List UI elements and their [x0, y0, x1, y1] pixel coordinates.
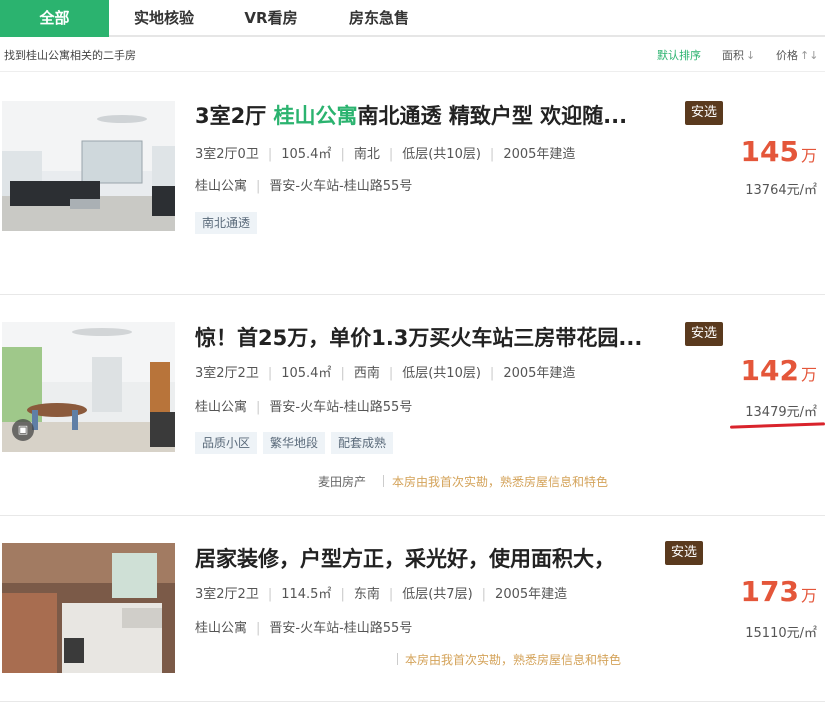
sort-price[interactable]: 价格 ↑↓ — [776, 47, 818, 63]
sort-area-label: 面积 — [722, 49, 744, 62]
direction-text: 南北 — [353, 147, 380, 162]
kitchen-photo — [2, 543, 175, 673]
title-part: 3室2厅 — [195, 104, 274, 128]
tag-list: 南北通透 — [195, 212, 263, 234]
listing-location: 桂山公寓 | 晋安-火车站-桂山路55号 — [195, 179, 413, 194]
divider — [383, 475, 384, 487]
listing-location: 桂山公寓 | 晋安-火车站-桂山路55号 — [195, 621, 413, 636]
listing-card[interactable]: 3室2厅 桂山公寓南北通透 精致户型 欢迎随... 安选 3室2厅0卫 | 105.… — [0, 73, 825, 295]
direction-text: 西南 — [353, 366, 380, 381]
address-text: 晋安-火车站-桂山路55号 — [269, 179, 413, 194]
title-highlight: 桂山公寓 — [273, 104, 358, 128]
divider — [397, 653, 398, 665]
tab-urgent-sale[interactable]: 房东急售 — [336, 0, 422, 37]
title-part: 居家装修，户型方正，采光好，使用面积大， — [195, 547, 615, 571]
listing-title[interactable]: 居家装修，户型方正，采光好，使用面积大， — [195, 543, 615, 573]
listing-title[interactable]: 3室2厅 桂山公寓南北通透 精致户型 欢迎随... — [195, 100, 627, 130]
sort-down-icon: ↓ — [746, 49, 756, 62]
year-text: 2005年建造 — [495, 587, 568, 602]
community-link[interactable]: 桂山公寓 — [195, 400, 247, 415]
sort-updown-icon: ↑↓ — [800, 49, 819, 62]
result-count-text: 找到桂山公寓相关的二手房 — [4, 49, 136, 62]
year-text: 2005年建造 — [503, 147, 576, 162]
price-unit: 万 — [800, 365, 817, 384]
agent-note: 本房由我首次实勘，熟悉房屋信息和特色 — [405, 653, 622, 667]
floor-text: 低层(共7层) — [402, 587, 473, 602]
unit-price: 15110元/㎡ — [745, 626, 817, 641]
unit-price: 13764元/㎡ — [745, 183, 817, 198]
area-text: 114.5㎡ — [281, 587, 332, 602]
tag: 南北通透 — [195, 212, 258, 234]
community-link[interactable]: 桂山公寓 — [195, 621, 247, 636]
total-price: 142 万 — [741, 354, 817, 387]
tag-list: 品质小区 繁华地段 配套成熟 — [195, 432, 399, 454]
anxuan-badge: 安选 — [685, 322, 723, 346]
area-text: 105.4㎡ — [281, 147, 332, 162]
floor-text: 低层(共10层) — [402, 366, 481, 381]
tag: 繁华地段 — [263, 432, 326, 454]
listing-title[interactable]: 惊！首25万，单价1.3万买火车站三房带花园... — [195, 322, 642, 352]
listing-attributes: 3室2厅2卫 | 105.4㎡ | 西南 | 低层(共10层) | 2005年建造 — [195, 366, 576, 381]
price-unit: 万 — [800, 586, 817, 605]
tab-all[interactable]: 全部 — [0, 0, 109, 37]
listing-attributes: 3室2厅0卫 | 105.4㎡ | 南北 | 低层(共10层) | 2005年建造 — [195, 147, 576, 162]
result-bar: 找到桂山公寓相关的二手房 默认排序 面积 ↓ 价格 ↑↓ — [0, 38, 825, 72]
filter-tabs: 全部 实地核验 VR看房 房东急售 — [0, 0, 825, 37]
price-number: 142 — [740, 354, 799, 387]
year-text: 2005年建造 — [503, 366, 576, 381]
listing-location: 桂山公寓 | 晋安-火车站-桂山路55号 — [195, 400, 413, 415]
tag: 配套成熟 — [331, 432, 394, 454]
title-part: 南北通透 精致户型 欢迎随... — [357, 104, 628, 128]
listing-card[interactable]: 居家装修，户型方正，采光好，使用面积大， 安选 3室2厅2卫 | 114.5㎡ | 东南… — [0, 517, 825, 702]
layout-text: 3室2厅2卫 — [195, 587, 259, 602]
area-text: 105.4㎡ — [281, 366, 332, 381]
floor-text: 低层(共10层) — [402, 147, 481, 162]
sort-price-label: 价格 — [776, 49, 798, 62]
album-icon[interactable]: ▣ — [12, 419, 34, 441]
unit-price: 13479元/㎡ — [745, 405, 817, 420]
total-price: 173 万 — [741, 575, 817, 608]
price-number: 145 — [740, 135, 799, 168]
listing-attributes: 3室2厅2卫 | 114.5㎡ | 东南 | 低层(共7层) | 2005年建造 — [195, 587, 568, 602]
sort-area[interactable]: 面积 ↓ — [722, 47, 755, 63]
anxuan-badge: 安选 — [685, 101, 723, 125]
community-link[interactable]: 桂山公寓 — [195, 179, 247, 194]
listing-photo[interactable] — [2, 101, 175, 231]
agent-note: 本房由我首次实勘，熟悉房屋信息和特色 — [392, 475, 609, 489]
price-unit: 万 — [800, 146, 817, 165]
anxuan-badge: 安选 — [665, 541, 703, 565]
address-text: 晋安-火车站-桂山路55号 — [269, 400, 413, 415]
living-room-photo — [2, 101, 175, 231]
direction-text: 东南 — [353, 587, 380, 602]
price-number: 173 — [740, 575, 799, 608]
title-part: 惊！首25万，单价1.3万买火车站三房带花园... — [195, 326, 643, 350]
layout-text: 3室2厅0卫 — [195, 147, 259, 162]
total-price: 145 万 — [741, 135, 817, 168]
address-text: 晋安-火车站-桂山路55号 — [269, 621, 413, 636]
tag: 品质小区 — [195, 432, 258, 454]
layout-text: 3室2厅2卫 — [195, 366, 259, 381]
listing-photo[interactable] — [2, 543, 175, 673]
listing-card[interactable]: ▣ 惊！首25万，单价1.3万买火车站三房带花园... 安选 3室2厅2卫 | 10… — [0, 296, 825, 516]
tab-vr-viewing[interactable]: VR看房 — [230, 0, 312, 37]
sort-default[interactable]: 默认排序 — [657, 47, 701, 63]
tab-onsite-verified[interactable]: 实地核验 — [121, 0, 207, 37]
agent-name[interactable]: 麦田房产 — [318, 473, 366, 490]
